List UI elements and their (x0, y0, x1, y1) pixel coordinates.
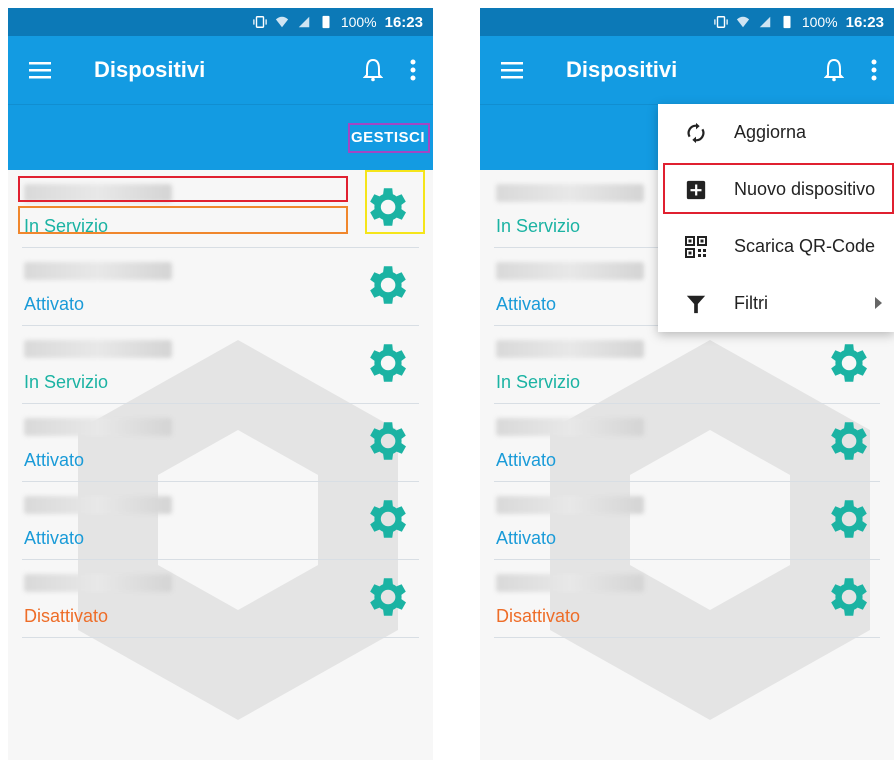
device-list: In Servizio Attivato In Servizio Attivat… (8, 170, 433, 720)
list-item[interactable]: Attivato (22, 404, 419, 482)
add-box-icon (658, 179, 734, 201)
status-bar: 100% 16:23 (8, 8, 433, 36)
gear-icon[interactable] (822, 494, 872, 544)
menu-item-label: Aggiorna (734, 122, 807, 142)
gear-icon[interactable] (361, 416, 411, 466)
device-status: Attivato (24, 294, 85, 314)
device-status: Attivato (24, 528, 85, 548)
menu-item-filtri[interactable]: Filtri (658, 275, 894, 332)
menu-icon (29, 62, 51, 79)
filter-icon (658, 293, 734, 315)
screen-device-list-menu-open: 100% 16:23 Dispositivi In Servizio Attiv… (480, 8, 894, 760)
battery-icon (322, 15, 330, 29)
hamburger-menu-button[interactable] (480, 36, 544, 104)
device-name-redacted (24, 574, 172, 592)
gear-icon[interactable] (361, 572, 411, 622)
wifi-icon (736, 16, 749, 28)
list-item[interactable]: Disattivato (22, 560, 419, 638)
device-name-redacted (24, 496, 172, 514)
device-status: Disattivato (24, 606, 109, 626)
status-bar: 100% 16:23 (480, 8, 894, 36)
list-item[interactable]: In Servizio (18, 170, 425, 248)
menu-item-aggiorna[interactable]: Aggiorna (658, 104, 894, 161)
more-vert-icon (410, 59, 416, 81)
bell-icon (824, 58, 844, 82)
refresh-icon (658, 122, 734, 144)
no-signal-icon (759, 16, 771, 28)
device-name-redacted (24, 340, 172, 358)
device-name-redacted (496, 340, 644, 358)
device-name-redacted (496, 418, 644, 436)
bell-icon (363, 58, 383, 82)
submenu-arrow-icon (875, 297, 882, 309)
device-status: Attivato (496, 450, 557, 470)
notifications-button[interactable] (353, 58, 393, 82)
app-bar: Dispositivi (8, 36, 433, 104)
device-status: Disattivato (496, 606, 581, 626)
battery-icon (783, 15, 791, 29)
device-status: In Servizio (24, 372, 109, 392)
gear-icon[interactable] (361, 260, 411, 310)
menu-item-label: Nuovo dispositivo (734, 179, 876, 199)
wifi-icon (275, 16, 288, 28)
device-name-redacted (496, 496, 644, 514)
menu-icon (501, 62, 523, 79)
sub-toolbar: GESTISCI (8, 104, 433, 170)
gear-icon[interactable] (822, 572, 872, 622)
device-name-redacted (24, 418, 172, 436)
gear-icon[interactable] (822, 338, 872, 388)
menu-item-label: Filtri (734, 293, 768, 313)
device-name-redacted (24, 184, 172, 202)
device-status: Attivato (496, 294, 557, 314)
gear-icon[interactable] (361, 338, 411, 388)
no-signal-icon (298, 16, 310, 28)
list-item[interactable]: Disattivato (494, 560, 880, 638)
device-status: Attivato (24, 450, 85, 470)
device-name-redacted (496, 262, 644, 280)
list-item[interactable]: Attivato (22, 482, 419, 560)
vibrate-icon (253, 16, 267, 28)
overflow-menu-popup: Aggiorna Nuovo dispositivo Scarica QR-Co… (658, 104, 894, 332)
qr-code-icon (658, 235, 734, 259)
app-bar: Dispositivi (480, 36, 894, 104)
hamburger-menu-button[interactable] (8, 36, 72, 104)
clock: 16:23 (384, 13, 423, 31)
vibrate-icon (714, 16, 728, 28)
more-vert-icon (871, 59, 877, 81)
overflow-menu-button[interactable] (393, 59, 433, 81)
list-item[interactable]: Attivato (494, 482, 880, 560)
menu-item-label: Scarica QR-Code (734, 236, 876, 256)
device-name-redacted (496, 184, 644, 202)
list-item[interactable]: In Servizio (494, 326, 880, 404)
notifications-button[interactable] (814, 58, 854, 82)
device-status: Attivato (496, 528, 557, 548)
battery-percent: 100% (801, 14, 838, 30)
list-item[interactable]: Attivato (22, 248, 419, 326)
device-status: In Servizio (24, 216, 109, 236)
page-title: Dispositivi (94, 57, 206, 82)
device-name-redacted (24, 262, 172, 280)
gear-icon[interactable] (361, 182, 411, 232)
battery-percent: 100% (340, 14, 377, 30)
menu-item-nuovo-dispositivo[interactable]: Nuovo dispositivo (658, 161, 894, 218)
device-name-redacted (496, 574, 644, 592)
list-item[interactable]: In Servizio (22, 326, 419, 404)
manage-button[interactable]: GESTISCI (349, 127, 427, 148)
list-item[interactable]: Attivato (494, 404, 880, 482)
gear-icon[interactable] (361, 494, 411, 544)
clock: 16:23 (845, 13, 884, 31)
page-title: Dispositivi (566, 57, 678, 82)
menu-item-scarica-qr-code[interactable]: Scarica QR-Code (658, 218, 894, 275)
overflow-menu-button[interactable] (854, 59, 894, 81)
screen-device-list: 100% 16:23 Dispositivi GESTISCI In Servi… (8, 8, 433, 760)
device-status: In Servizio (496, 372, 581, 392)
device-status: In Servizio (496, 216, 581, 236)
gear-icon[interactable] (822, 416, 872, 466)
